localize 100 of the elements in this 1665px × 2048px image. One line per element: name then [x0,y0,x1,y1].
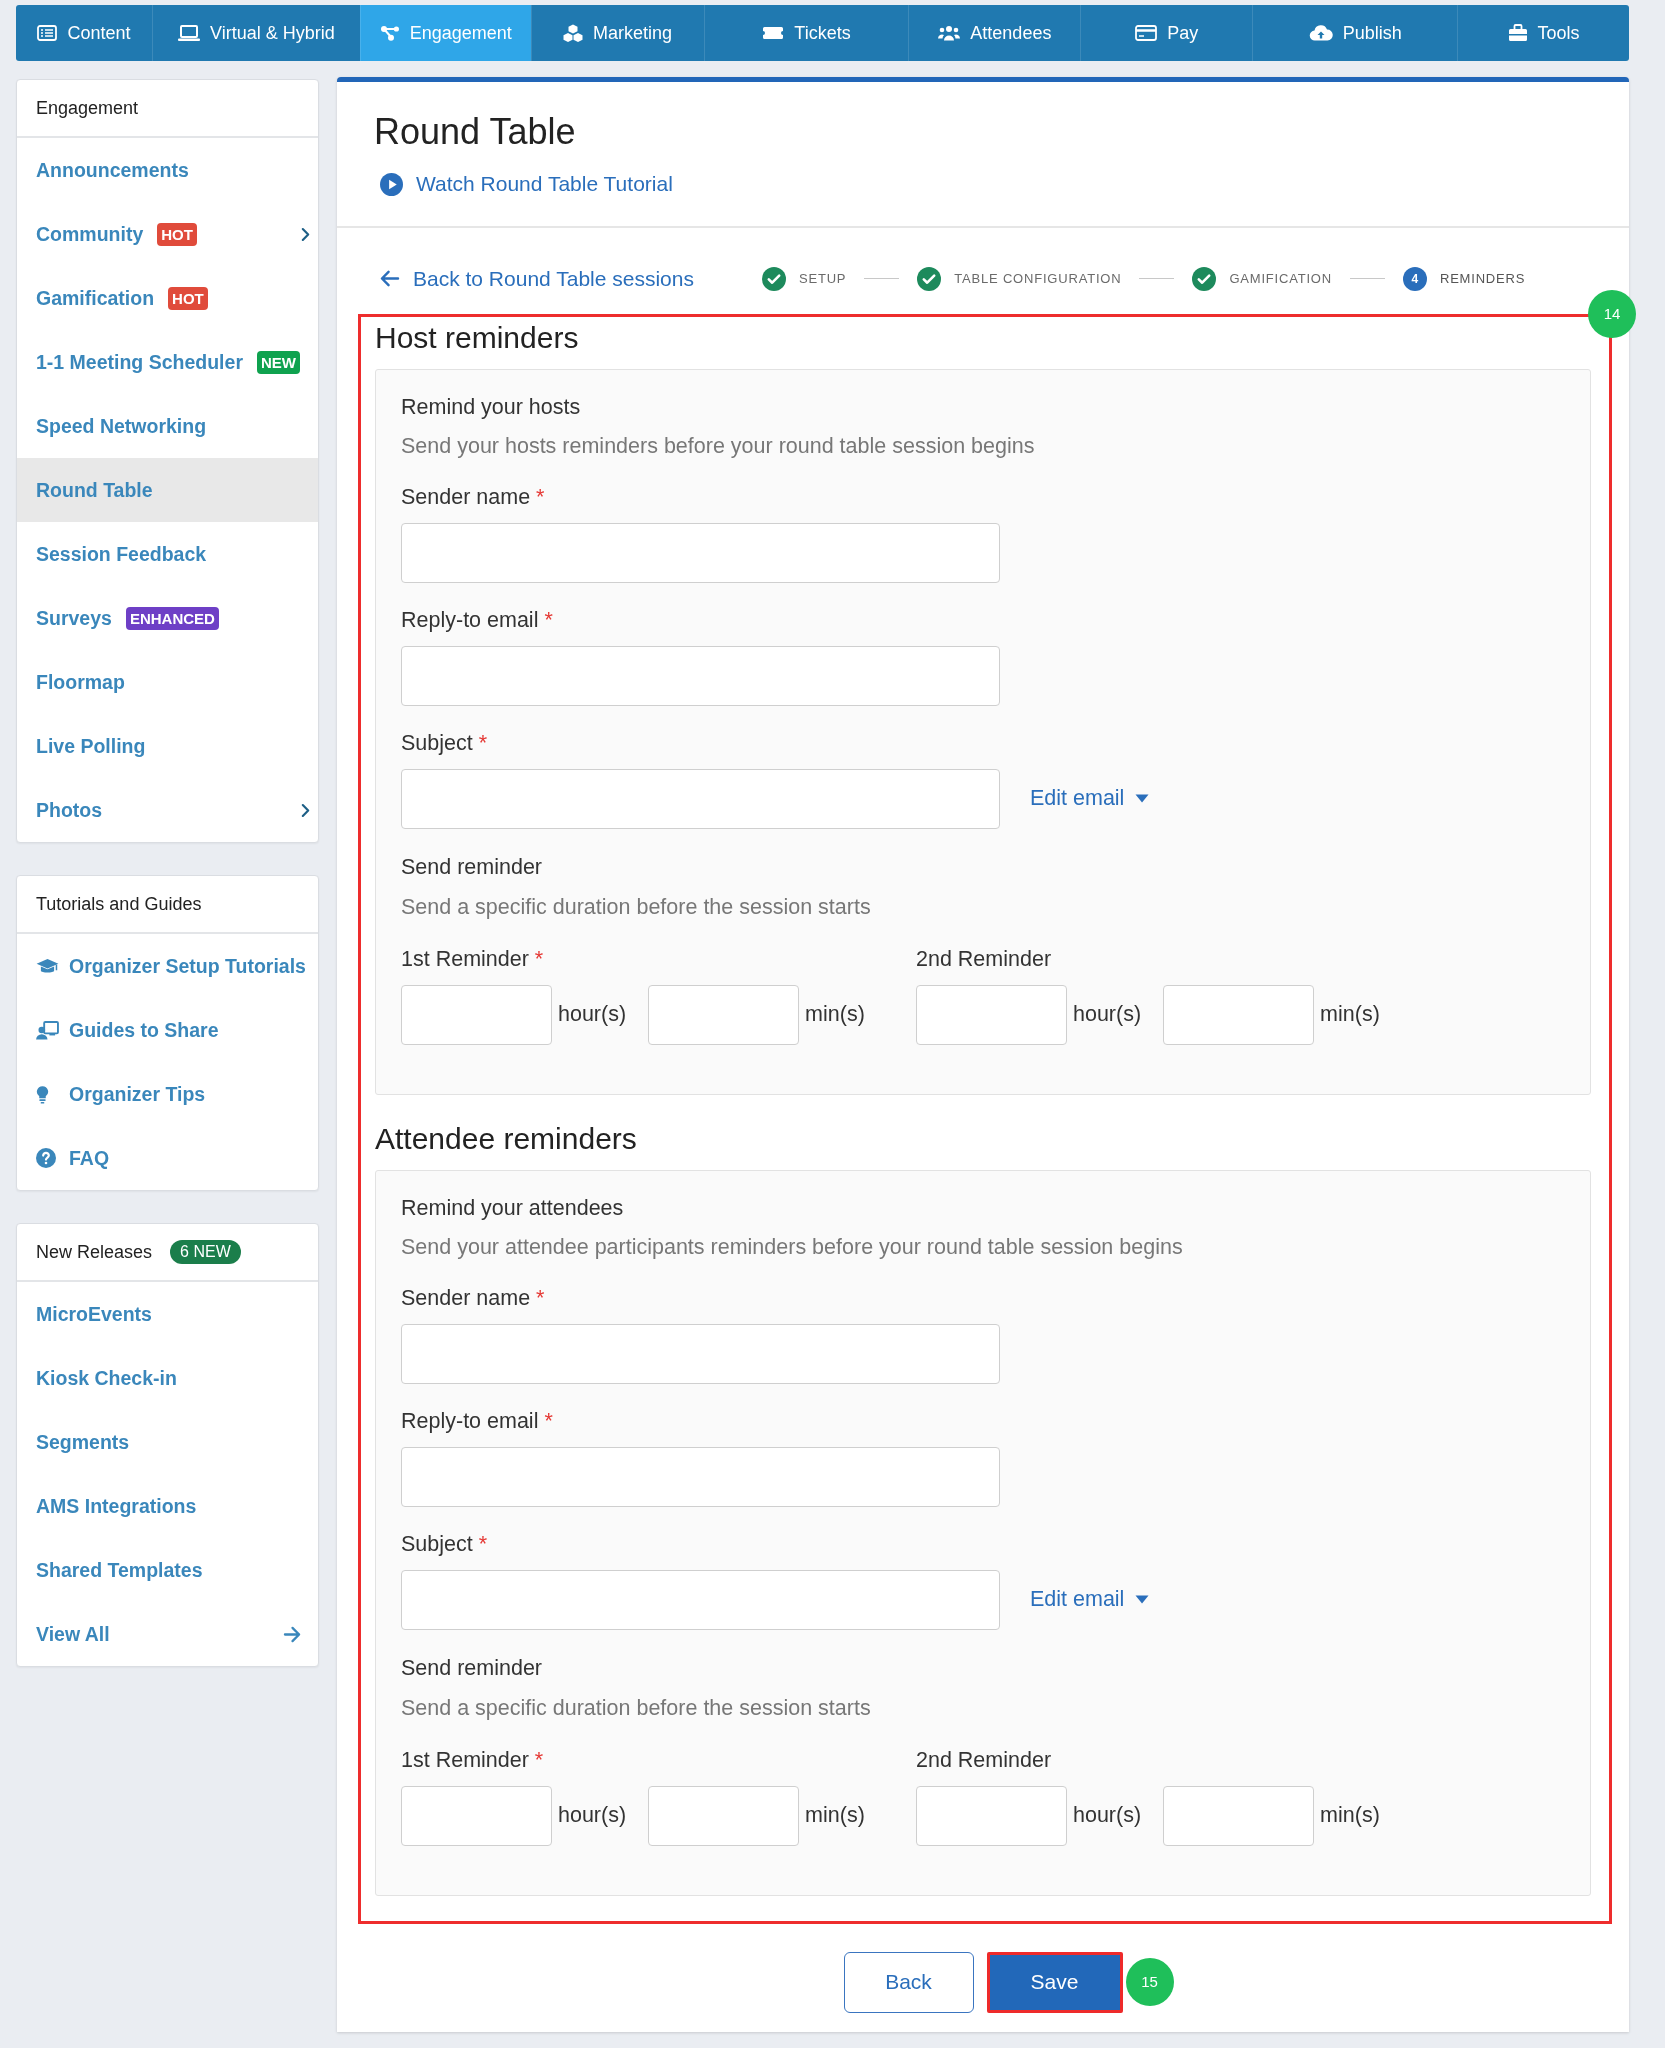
reminder-description: Send a specific duration before the session starts [401,1694,872,1721]
tag-badge: HOT [168,286,208,310]
sidebar-item[interactable]: Shared Templates [17,1538,318,1602]
nav-tab[interactable]: Publish [1252,5,1458,61]
nav-tab[interactable]: Tools [1457,5,1629,61]
text-input[interactable] [401,645,1000,706]
presenter-icon [36,1020,59,1040]
number-input[interactable] [1163,984,1315,1045]
sidebar-item[interactable]: Surveys ENHANCED [17,586,318,650]
card-description: Send your hosts reminders before your round table session begins [401,432,1036,459]
unit-label: min(s) [805,1803,865,1828]
sidebar-item[interactable]: Session Feedback [17,522,318,586]
sidebar-item[interactable]: MicroEvents [17,1282,318,1346]
laptop-icon [178,25,200,41]
sidebar-item[interactable]: Announcements [17,138,318,202]
text-input[interactable] [401,1323,1000,1384]
arrow-left-icon [379,270,400,287]
field-label: Reply-to email * [401,1407,554,1434]
step-number: 4 [1402,266,1427,291]
step-connector [1349,278,1385,279]
list-icon [37,25,58,41]
field-label: Sender name * [401,1284,546,1311]
unit-label: hour(s) [1073,1803,1142,1828]
credit-card-icon [1135,25,1158,41]
unit-label: hour(s) [558,1803,627,1828]
step-label: GAMIFICATION [1229,271,1332,286]
caret-icon [1135,794,1150,803]
edit-email-link[interactable]: Edit email [1030,786,1150,811]
section-heading: Attendee reminders [375,1120,638,1157]
number-input[interactable] [1163,1785,1315,1846]
edit-email-link[interactable]: Edit email [1030,1587,1150,1612]
back-link[interactable]: Back to Round Table sessions [379,266,694,291]
text-input[interactable] [401,768,1000,829]
card-title: Remind your hosts [401,393,582,420]
text-input[interactable] [401,1446,1000,1507]
step-label: TABLE CONFIGURATION [954,271,1122,286]
sidebar-item[interactable]: 1-1 Meeting Scheduler NEW [17,330,318,394]
field-label: Subject * [401,729,489,756]
nav-tab[interactable]: Virtual & Hybrid [151,5,360,61]
tag-badge: NEW [256,350,300,374]
number-input[interactable] [648,1785,800,1846]
number-input[interactable] [916,1785,1067,1846]
sidebar-item[interactable]: Kiosk Check-in [17,1346,318,1410]
field-label: 1st Reminder * [401,1746,545,1773]
unit-label: hour(s) [1073,1002,1142,1027]
sidebar-item[interactable]: AMS Integrations [17,1474,318,1538]
caret-icon [1135,1595,1150,1604]
tag-badge: ENHANCED [125,606,219,630]
number-input[interactable] [401,984,552,1045]
nav-tab[interactable]: Content [16,5,152,61]
reminder-title: Send reminder [401,853,544,880]
sidebar-item[interactable]: FAQ [17,1126,318,1190]
card-title: Remind your attendees [401,1194,625,1221]
text-input[interactable] [401,522,1000,583]
sidebar-heading: Engagement [36,97,139,119]
sidebar-item[interactable]: Segments [17,1410,318,1474]
sidebar-item[interactable]: Gamification HOT [17,266,318,330]
sidebar-item[interactable]: Live Polling [17,714,318,778]
help-icon [36,1148,56,1168]
sidebar-item[interactable]: Community HOT [17,202,318,266]
sidebar-item[interactable]: Guides to Share [17,998,318,1062]
nav-tab[interactable]: Marketing [530,5,704,61]
number-input[interactable] [648,984,800,1045]
sidebar-item[interactable]: Photos [17,778,318,842]
lightbulb-icon [36,1084,49,1104]
sidebar-item[interactable]: Speed Networking [17,394,318,458]
sidebar-heading: New Releases [36,1241,153,1263]
sidebar-item[interactable]: Floormap [17,650,318,714]
field-label: 2nd Reminder [916,945,1053,972]
field-label: 1st Reminder * [401,945,545,972]
sidebar-item[interactable]: Organizer Setup Tutorials [17,934,318,998]
step-connector [864,278,900,279]
text-input[interactable] [401,1569,1000,1630]
sidebar-item[interactable]: View All [17,1602,318,1666]
unit-label: min(s) [805,1002,865,1027]
toolbox-icon [1507,24,1528,42]
step-label: SETUP [798,271,847,286]
section-heading: Host reminders [375,319,580,356]
sidebar-item[interactable]: Organizer Tips [17,1062,318,1126]
back-button[interactable]: Back [843,1951,974,2013]
network-icon [379,25,400,41]
cloud-upload-icon [1308,25,1333,41]
number-input[interactable] [916,984,1067,1045]
tutorial-link[interactable]: Watch Round Table Tutorial [380,170,673,198]
cubes-icon [563,24,584,42]
nav-tab[interactable]: Pay [1080,5,1253,61]
nav-tab[interactable]: Attendees [908,5,1081,61]
graduation-cap-icon [36,957,59,975]
reminder-title: Send reminder [401,1654,544,1681]
save-button[interactable]: Save [986,1951,1123,2013]
page-title: Round Table [374,111,577,153]
tag-badge: HOT [157,222,197,246]
number-input[interactable] [401,1785,552,1846]
people-icon [938,25,961,41]
sidebar-item[interactable]: Round Table [17,458,318,522]
nav-tab[interactable]: Tickets [703,5,909,61]
nav-tab[interactable]: Engagement [359,5,531,61]
play-icon [380,172,403,196]
card-description: Send your attendee participants reminders before your round table session begins [401,1233,1184,1260]
field-label: Subject * [401,1530,489,1557]
